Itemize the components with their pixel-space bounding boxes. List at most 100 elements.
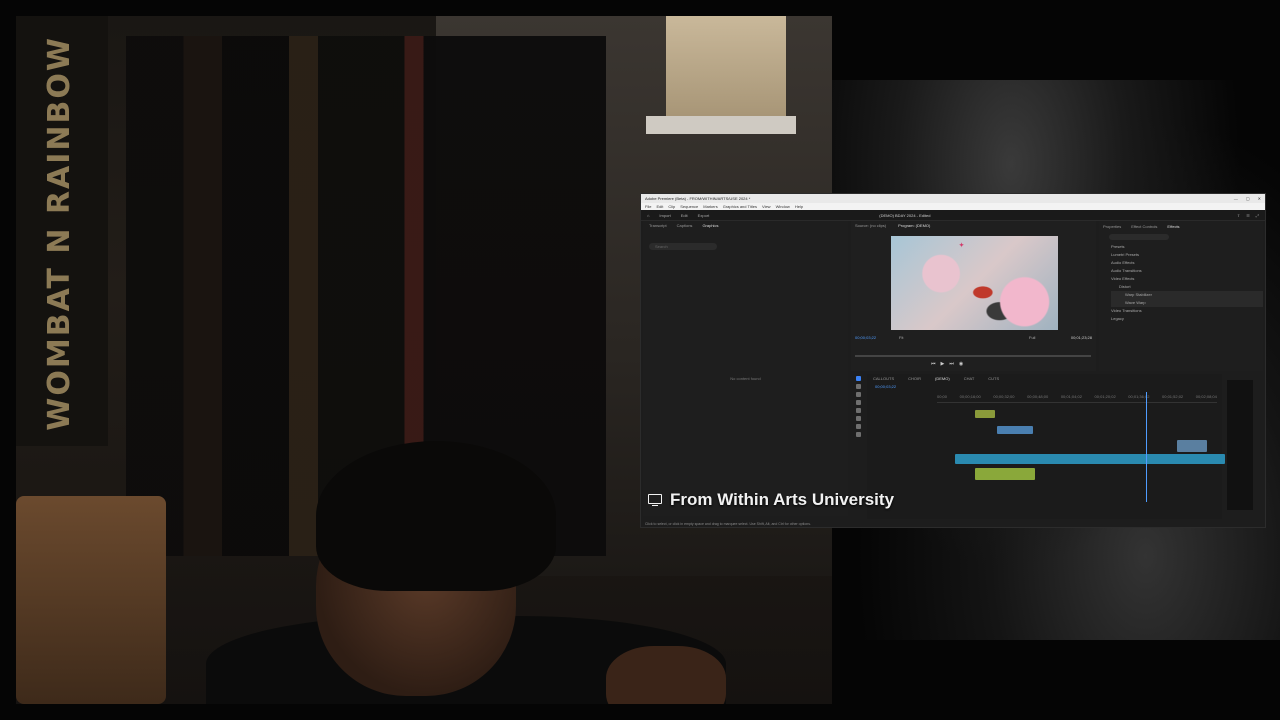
- menu-graphics[interactable]: Graphics and Titles: [723, 204, 757, 209]
- share-icon[interactable]: ⇪: [1237, 213, 1240, 218]
- effects-item[interactable]: Presets: [1111, 243, 1263, 251]
- timeline-timecode[interactable]: 00;00;03;22: [875, 384, 896, 389]
- window-controls: — ▢ ✕: [1234, 196, 1261, 201]
- menu-bar: File Edit Clip Sequence Markers Graphics…: [641, 203, 1265, 210]
- tab-captions[interactable]: Captions: [677, 223, 693, 228]
- monitor-tabs: Source: (no clips) Program: (DEMO): [851, 221, 1096, 230]
- status-bar: Click to select, or click in empty space…: [645, 522, 811, 526]
- tab-export[interactable]: Export: [698, 213, 710, 218]
- ruler-tick: 00;00;16;00: [959, 394, 981, 399]
- premiere-window: Adobe Premiere (Beta) - FROM/WITHIN/ARTS…: [640, 193, 1266, 528]
- effects-item[interactable]: Lumetri Presets: [1111, 251, 1263, 259]
- effects-item[interactable]: Audio Effects: [1111, 259, 1263, 267]
- menu-markers[interactable]: Markers: [703, 204, 717, 209]
- program-timecode[interactable]: 00;00;03;22: [855, 335, 876, 340]
- resolution-dropdown[interactable]: Full: [1029, 335, 1035, 340]
- graphics-panel: Transcript Captions Graphics Search No c…: [643, 221, 848, 516]
- video-clip[interactable]: [955, 454, 1225, 464]
- ruler-tick: 00;00: [937, 394, 948, 399]
- transport-controls: ⏮ ▶ ⏭ ◉: [931, 361, 963, 367]
- ruler-tick: 00;01;52;02: [1162, 394, 1184, 399]
- menu-file[interactable]: File: [645, 204, 651, 209]
- close-button[interactable]: ✕: [1258, 196, 1261, 201]
- tab-seq-cuts[interactable]: CUTS: [988, 376, 999, 381]
- menu-edit[interactable]: Edit: [656, 204, 663, 209]
- track-select-tool-icon[interactable]: [855, 384, 861, 389]
- timeline-panel: CALLOUTS CHOIR (DEMO) CHAT CUTS 00;00;03…: [867, 374, 1225, 519]
- ruler-tick: 00;00;32;00: [993, 394, 1015, 399]
- razor-tool-icon[interactable]: [855, 400, 861, 405]
- tab-seq-callouts[interactable]: CALLOUTS: [873, 376, 894, 381]
- project-name: (DEMO) BDAY 2024 - Edited: [879, 212, 931, 218]
- tab-graphics[interactable]: Graphics: [702, 223, 718, 228]
- sequence-tabs: CALLOUTS CHOIR (DEMO) CHAT CUTS: [867, 374, 1222, 383]
- audio-clip[interactable]: [975, 468, 1035, 480]
- duration-timecode: 00;01;23;28: [1070, 335, 1092, 340]
- tab-seq-choir[interactable]: CHOIR: [908, 376, 921, 381]
- ruler-tick: 00;00;48;00: [1027, 394, 1049, 399]
- framed-poster: [666, 16, 786, 116]
- minimize-button[interactable]: —: [1234, 196, 1238, 201]
- menu-clip[interactable]: Clip: [668, 204, 675, 209]
- effects-item[interactable]: Warp Stabilizer: [1111, 291, 1263, 299]
- step-back-icon[interactable]: ⏮: [931, 361, 936, 367]
- video-clip[interactable]: [997, 426, 1033, 434]
- maximize-button[interactable]: ▢: [1246, 196, 1250, 201]
- effects-search-input[interactable]: [1109, 234, 1169, 240]
- tab-transcript[interactable]: Transcript: [649, 223, 667, 228]
- effects-item[interactable]: Video Effects: [1111, 275, 1263, 283]
- effects-item[interactable]: Audio Transitions: [1111, 267, 1263, 275]
- effects-item[interactable]: Distort: [1111, 283, 1263, 291]
- video-clip[interactable]: [1177, 440, 1207, 452]
- wall-shelf: [646, 116, 796, 134]
- tab-seq-demo[interactable]: (DEMO): [935, 376, 950, 381]
- menu-view[interactable]: View: [762, 204, 771, 209]
- tab-program[interactable]: Program: (DEMO): [898, 223, 930, 228]
- header-icons: ⇪ ☰ ⤢: [1237, 213, 1259, 218]
- selection-tool-icon[interactable]: [855, 376, 861, 381]
- pen-tool-icon[interactable]: [855, 416, 861, 421]
- camera-icon[interactable]: ◉: [959, 361, 963, 367]
- type-tool-icon[interactable]: [855, 432, 861, 437]
- tab-import[interactable]: Import: [659, 213, 670, 218]
- effects-tree: Presets Lumetri Presets Audio Effects Audio…: [1111, 243, 1263, 323]
- tab-seq-chat[interactable]: CHAT: [964, 376, 975, 381]
- timeline-ruler[interactable]: 00;00 00;00;16;00 00;00;32;00 00;00;48;00 00…: [937, 394, 1217, 403]
- menu-help[interactable]: Help: [795, 204, 803, 209]
- effects-item[interactable]: Video Transitions: [1111, 307, 1263, 315]
- tab-effect-controls[interactable]: Effect Controls: [1131, 224, 1157, 229]
- step-forward-icon[interactable]: ⏭: [949, 361, 954, 367]
- effects-item[interactable]: Legacy: [1111, 315, 1263, 323]
- effects-item[interactable]: Wave Warp: [1111, 299, 1263, 307]
- wall-banner: WOMBAT N RAINBOW: [16, 16, 108, 446]
- video-sign: ✦: [959, 243, 965, 249]
- banner-text: WOMBAT N RAINBOW: [42, 36, 77, 431]
- video-clip[interactable]: [975, 410, 995, 418]
- hand-tool-icon[interactable]: [855, 424, 861, 429]
- audio-meter: [1227, 380, 1253, 510]
- program-monitor: Source: (no clips) Program: (DEMO) ✦ 00;…: [851, 221, 1096, 371]
- menu-window[interactable]: Window: [776, 204, 790, 209]
- slip-tool-icon[interactable]: [855, 408, 861, 413]
- person-shoulder: [606, 646, 726, 704]
- home-icon[interactable]: ⌂: [647, 213, 649, 218]
- fit-dropdown[interactable]: Fit: [899, 335, 903, 340]
- menu-sequence[interactable]: Sequence: [680, 204, 698, 209]
- tab-effects[interactable]: Effects: [1167, 224, 1179, 229]
- left-tabs: Transcript Captions Graphics: [643, 221, 848, 230]
- workspaces-icon[interactable]: ☰: [1246, 213, 1250, 218]
- ruler-tick: 00;01;04;02: [1060, 394, 1082, 399]
- caption-text: From Within Arts University: [670, 490, 895, 509]
- tab-properties[interactable]: Properties: [1103, 224, 1121, 229]
- tab-source[interactable]: Source: (no clips): [855, 223, 886, 228]
- playback-scrubber[interactable]: [855, 355, 1091, 357]
- monitor-icon: [648, 493, 662, 507]
- title-bar: Adobe Premiere (Beta) - FROM/WITHIN/ARTS…: [641, 194, 1265, 203]
- screen: WOMBAT N RAINBOW Adobe Premiere (Beta) -…: [0, 0, 1280, 720]
- fullscreen-icon[interactable]: ⤢: [1256, 213, 1259, 218]
- tab-edit[interactable]: Edit: [681, 213, 688, 218]
- graphics-search-input[interactable]: Search: [649, 243, 717, 250]
- playhead[interactable]: [1146, 392, 1147, 502]
- ripple-tool-icon[interactable]: [855, 392, 861, 397]
- play-icon[interactable]: ▶: [941, 361, 945, 367]
